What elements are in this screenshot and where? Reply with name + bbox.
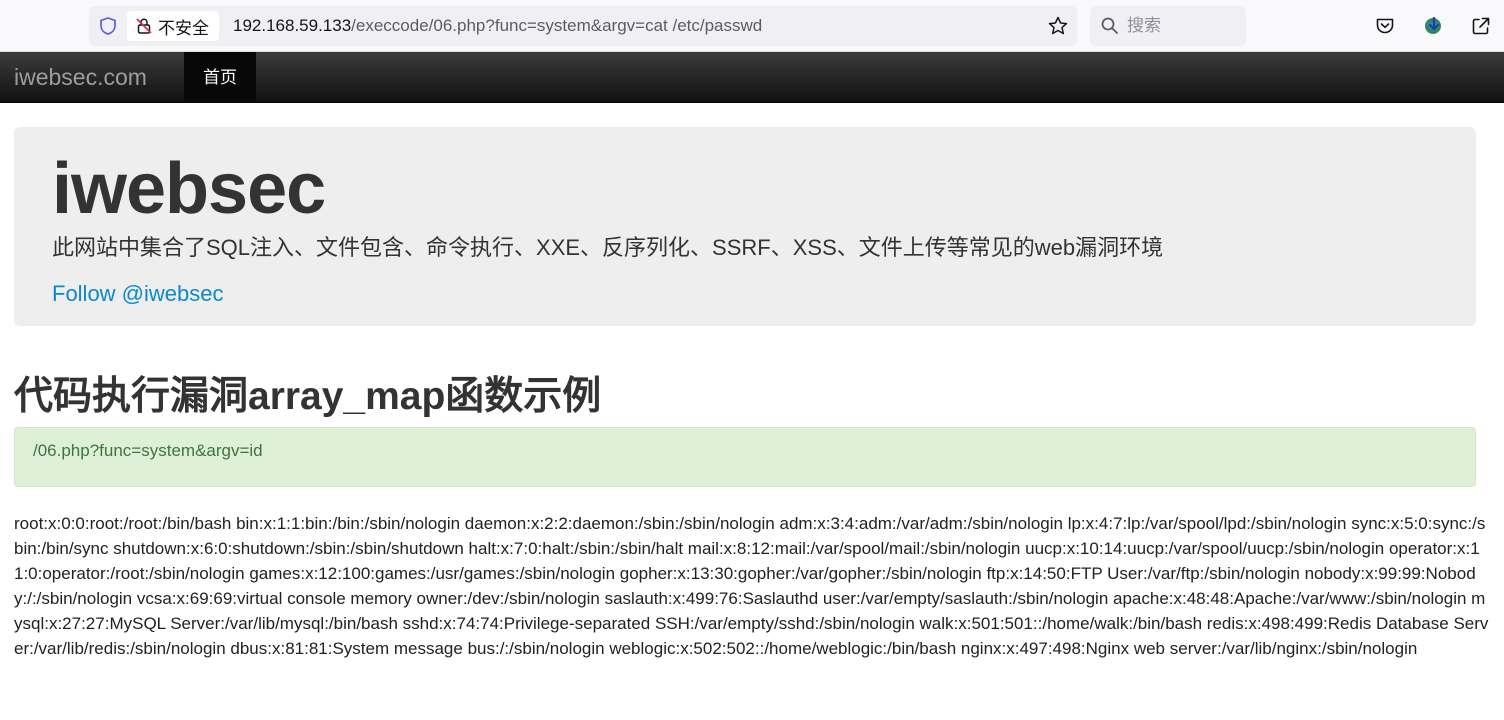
navbar-brand[interactable]: iwebsec.com [14,52,147,103]
pocket-icon[interactable] [1374,15,1396,37]
extension-globe-icon[interactable] [1422,15,1444,37]
insecure-lock-icon [136,18,152,34]
insecure-label: 不安全 [158,18,209,38]
url-text[interactable]: 192.168.59.133/execcode/06.php?func=syst… [233,6,762,46]
page-heading: 代码执行漏洞array_map函数示例 [14,375,602,418]
url-path: /execcode/06.php?func=system&argv=cat /e… [351,16,763,35]
site-title: iwebsec [52,149,326,229]
nav-item-home[interactable]: 首页 [184,52,256,103]
search-box[interactable]: 搜索 [1090,6,1246,46]
share-icon[interactable] [1470,15,1492,37]
search-icon [1101,17,1118,34]
browser-toolbar: 不安全 192.168.59.133/execcode/06.php?func=… [0,0,1504,52]
shield-icon[interactable] [98,16,118,36]
site-navbar: iwebsec.com 首页 [0,52,1504,103]
connection-insecure-badge[interactable]: 不安全 [127,11,219,41]
url-host: 192.168.59.133 [233,16,352,35]
jumbotron: iwebsec 此网站中集合了SQL注入、文件包含、命令执行、XXE、反序列化、… [14,127,1476,326]
follow-link[interactable]: Follow @iwebsec [52,281,224,307]
example-alert: /06.php?func=system&argv=id [14,427,1476,487]
command-output: root:x:0:0:root:/root:/bin/bash bin:x:1:… [14,514,1489,658]
address-bar[interactable]: 不安全 192.168.59.133/execcode/06.php?func=… [89,6,1077,46]
bookmark-star-icon[interactable] [1047,15,1069,37]
example-url: /06.php?func=system&argv=id [33,441,263,460]
site-description: 此网站中集合了SQL注入、文件包含、命令执行、XXE、反序列化、SSRF、XSS… [52,235,1164,260]
search-placeholder: 搜索 [1127,16,1161,35]
